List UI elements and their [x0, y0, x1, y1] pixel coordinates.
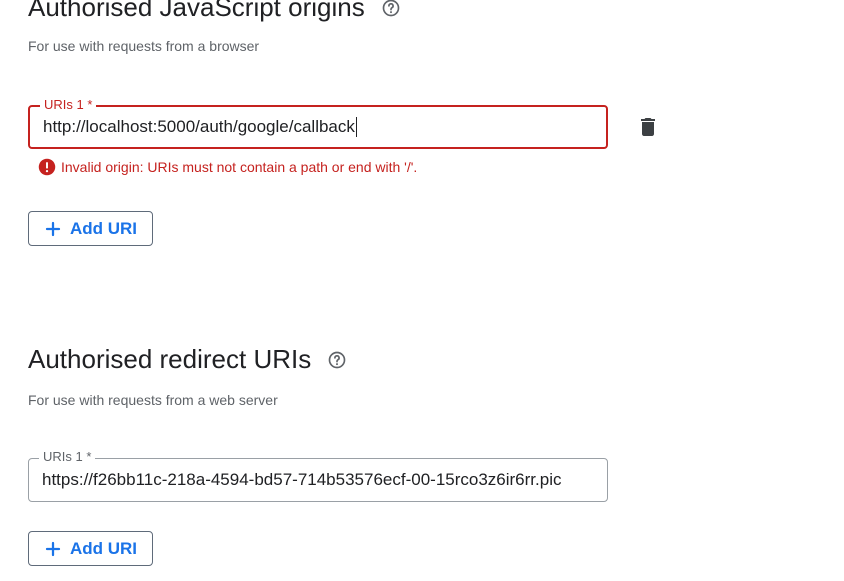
delete-uri-button[interactable] [636, 115, 660, 139]
add-js-origin-uri-button[interactable]: Add URI [28, 211, 153, 246]
redirect-uris-title: Authorised redirect URIs [28, 344, 347, 375]
redirect-uri-input[interactable]: https://f26bb11c-218a-4594-bd57-714b5357… [42, 459, 595, 501]
text-caret [355, 117, 357, 137]
add-redirect-uri-button[interactable]: Add URI [28, 531, 153, 566]
js-origins-title: Authorised JavaScript origins [28, 0, 401, 23]
add-uri-label: Add URI [69, 538, 138, 558]
trash-icon [641, 118, 655, 136]
js-origin-uri-field[interactable]: URIs 1 * http://localhost:5000/auth/goog… [28, 97, 608, 149]
error-icon [38, 158, 56, 176]
redirect-uri-field[interactable]: URIs 1 * https://f26bb11c-218a-4594-bd57… [28, 449, 608, 502]
add-uri-label: Add URI [69, 218, 138, 238]
js-origin-uri-value: http://localhost:5000/auth/google/callba… [43, 117, 355, 136]
plus-icon [44, 220, 62, 238]
plus-icon [44, 540, 62, 558]
js-origins-subtitle: For use with requests from a browser [28, 38, 260, 54]
help-circle-icon[interactable] [381, 0, 401, 18]
redirect-uris-subtitle: For use with requests from a web server [28, 392, 278, 408]
js-origin-uri-input[interactable]: http://localhost:5000/auth/google/callba… [43, 107, 594, 147]
redirect-uri-value: https://f26bb11c-218a-4594-bd57-714b5357… [42, 470, 562, 489]
js-origin-error-message: Invalid origin: URIs must not contain a … [38, 158, 417, 176]
error-message-text: Invalid origin: URIs must not contain a … [61, 159, 418, 175]
help-circle-icon[interactable] [327, 350, 347, 370]
redirect-uris-title-text: Authorised redirect URIs [28, 344, 312, 374]
js-origins-title-text: Authorised JavaScript origins [28, 0, 365, 22]
